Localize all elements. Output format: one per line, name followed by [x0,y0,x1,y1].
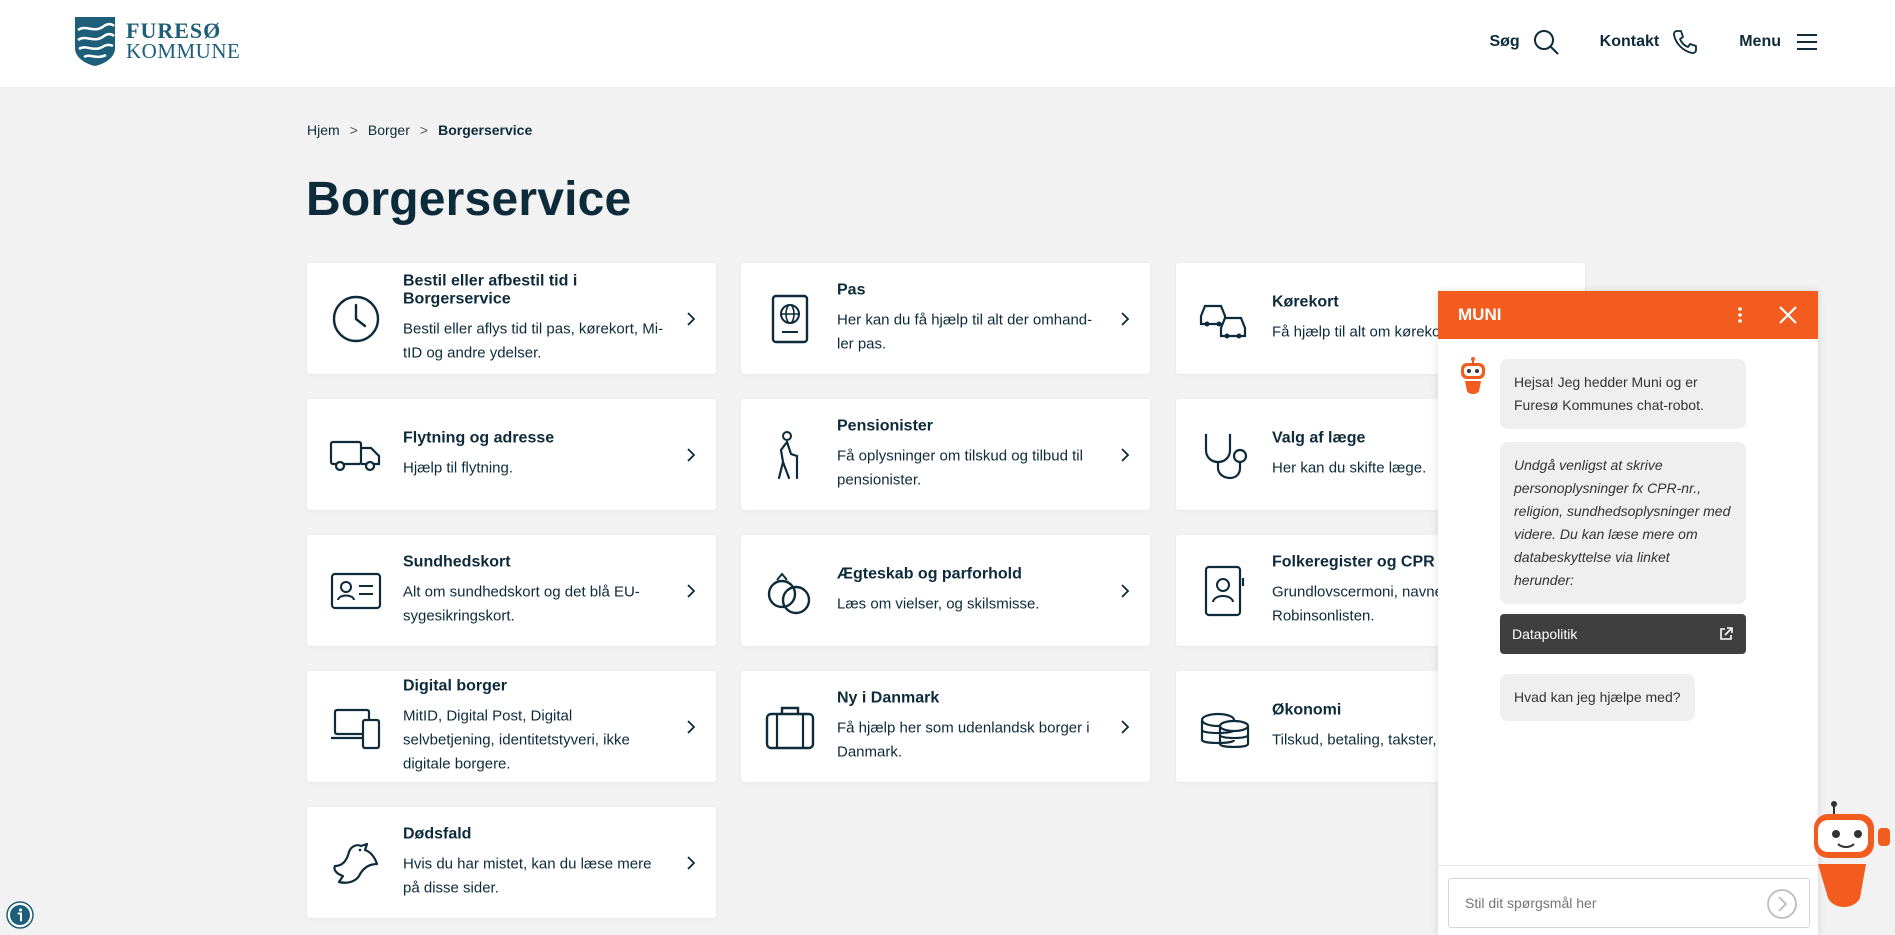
card-title: Flytning og adresse [403,429,555,446]
card-description: Læs om vielser, og skilsmisse. [837,595,1040,612]
card-title: Digital borger [403,677,508,694]
info-icon[interactable] [6,901,34,929]
card-doedsfald[interactable]: Dødsfald Hvis du har mistet, kan du læse… [307,807,716,918]
card-title: Sundhedskort [403,553,511,570]
chat-messages: Hejsa! Jeg hedder Muni og er Furesø Komm… [1438,339,1818,865]
breadcrumb-separator: > [419,122,429,138]
search-button[interactable]: Søg [1489,26,1559,58]
more-options-icon[interactable] [1730,303,1750,327]
card-digital-borger[interactable]: Digital borger MitID, Digital Post, Digi… [307,671,716,782]
chat-input[interactable] [1448,878,1810,928]
chat-message-notice: Undgå venligst at skrive personoplysning… [1500,442,1746,604]
card-pas[interactable]: Pas Her kan du få hjælp til alt der omha… [741,263,1150,374]
chevron-right-icon [687,447,696,462]
chevron-right-icon [1121,719,1130,734]
card-description: Her kan du få hjælp til alt der omhand-l… [837,311,1093,352]
chevron-right-icon [687,583,696,598]
rings-icon [763,564,817,618]
clock-icon [329,292,383,346]
chevron-right-icon [687,311,696,326]
breadcrumb-borger[interactable]: Borger [368,122,410,138]
contact-button[interactable]: Kontakt [1600,26,1700,58]
contact-book-icon [1198,564,1252,618]
menu-button[interactable]: Menu [1739,26,1821,58]
furesoe-logo[interactable]: FURESØ KOMMUNE [74,16,240,66]
contact-label: Kontakt [1599,33,1660,50]
card-description: Få hjælp her som udenlandsk borger i Dan… [837,719,1090,760]
card-description: Alt om sundhedskort og det blå EU-sygesi… [403,583,640,624]
card-title: Bestil eller afbestil tid i Borgerservic… [403,272,578,307]
card-pensionister[interactable]: Pensionister Få oplysninger om tilskud o… [741,399,1150,510]
external-link-icon [1720,627,1733,640]
card-aegteskab[interactable]: Ægteskab og parforhold Læs om vielser, o… [741,535,1150,646]
card-title: Ny i Danmark [837,689,940,706]
datapolitik-link[interactable]: Datapolitik [1500,614,1746,654]
breadcrumb-current: Borgerservice [438,122,533,138]
card-flytning[interactable]: Flytning og adresse Hjælp til flytning. [307,399,716,510]
card-description: Bestil eller aflys tid til pas, kørekort… [403,320,664,361]
breadcrumb-home[interactable]: Hjem [307,122,340,138]
chatbot-launcher-robot[interactable] [1812,800,1895,935]
card-title: Ægteskab og parforhold [837,565,1022,582]
logo-line-1: FURESØ [126,18,222,43]
card-sundhedskort[interactable]: Sundhedskort Alt om sundhedskort og det … [307,535,716,646]
card-title: Pas [837,281,866,298]
card-description: Hvis du har mistet, kan du læse mere på … [403,855,652,896]
chat-widget: MUNI Hejsa! Jeg hedder Muni og er Furesø… [1438,291,1818,935]
chevron-right-icon [687,855,696,870]
dove-icon [329,836,383,890]
truck-icon [329,428,383,482]
chat-input-bar [1438,865,1818,935]
send-icon[interactable] [1766,888,1798,920]
card-bestil-tid[interactable]: Bestil eller afbestil tid i Borgerservic… [307,263,716,374]
stethoscope-icon [1198,428,1252,482]
passport-icon [763,292,817,346]
search-icon [1533,30,1559,55]
chat-header: MUNI [1438,291,1818,339]
chevron-right-icon [1121,447,1130,462]
breadcrumb: Hjem > Borger > Borgerservice [307,122,532,138]
menu-label: Menu [1739,33,1781,50]
chevron-right-icon [687,719,696,734]
cars-icon [1198,292,1252,346]
datapolitik-label: Datapolitik [1512,626,1578,642]
chat-message-question: Hvad kan jeg hjælpe med? [1500,674,1695,721]
chevron-right-icon [1121,583,1130,598]
logo-line-2: KOMMUNE [126,39,241,63]
card-description: Hjælp til flytning. [403,459,514,476]
card-title: Pensionister [837,417,934,434]
id-card-icon [329,564,383,618]
card-description: Få oplysninger om tilskud og tilbud til … [837,447,1083,488]
robot-avatar-icon [1461,357,1485,394]
chevron-right-icon [1121,311,1130,326]
search-label: Søg [1489,33,1520,50]
header-nav: Søg Kontakt Menu [1489,26,1821,58]
elderly-icon [763,428,817,482]
devices-icon [329,700,383,754]
close-icon[interactable] [1776,303,1800,327]
suitcase-icon [763,700,817,754]
site-header: FURESØ KOMMUNE Søg Kontakt Menu [0,0,1895,87]
page-title: Borgerservice [306,173,632,226]
card-title: Dødsfald [403,825,472,842]
coins-icon [1198,700,1252,754]
card-ny-i-danmark[interactable]: Ny i Danmark Få hjælp her som udenlandsk… [741,671,1150,782]
chat-message-greeting: Hejsa! Jeg hedder Muni og er Furesø Komm… [1500,359,1746,429]
card-description: MitID, Digital Post, Digital selvbetjeni… [403,707,630,772]
coat-of-arms-icon [75,17,115,66]
hamburger-icon [1797,34,1817,50]
phone-icon [1673,30,1698,54]
breadcrumb-separator: > [349,122,358,138]
